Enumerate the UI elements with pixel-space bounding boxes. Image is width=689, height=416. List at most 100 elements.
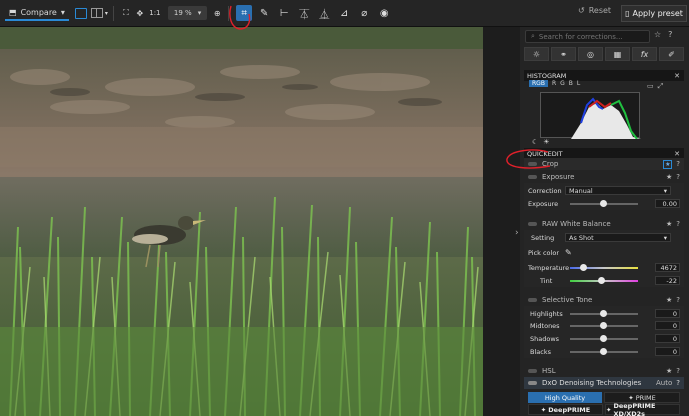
help-icon[interactable]: ? [676, 379, 680, 387]
monitor-icon[interactable]: ▭ [647, 82, 654, 91]
dxo-auto-label[interactable]: Auto [656, 379, 672, 387]
highlight-clip-icon[interactable]: ☀ [543, 138, 549, 146]
exposure-slider[interactable] [570, 199, 638, 207]
star-icon[interactable]: ☆ [654, 30, 661, 39]
crop-toggle[interactable] [528, 162, 537, 166]
temperature-value[interactable]: 4672 [655, 263, 680, 272]
shadows-slider[interactable] [570, 334, 638, 342]
hsl-tool-row[interactable]: HSL ★ ? [524, 365, 684, 377]
star-icon[interactable]: ★ [663, 159, 673, 169]
expand-icon[interactable]: ⤢ [658, 82, 664, 91]
help-icon[interactable]: ? [676, 220, 680, 228]
help-icon[interactable]: ? [676, 173, 680, 181]
highlights-value[interactable]: 0 [655, 309, 680, 318]
correction-dropdown[interactable]: Manual ▾ [565, 186, 671, 195]
slider-knob[interactable] [580, 263, 587, 271]
highlights-slider[interactable] [570, 309, 638, 317]
exposure-tool-row[interactable]: Exposure ★ ? [524, 171, 684, 183]
raw-wb-tool-row[interactable]: RAW White Balance ★ ? [524, 218, 684, 230]
star-icon[interactable]: ★ [666, 220, 672, 228]
tab-effects[interactable]: fx [632, 47, 657, 61]
preview-toggle-button[interactable]: ◉ [376, 5, 392, 21]
close-icon[interactable]: ✕ [674, 150, 680, 158]
exposure-value[interactable]: 0.00 [655, 199, 680, 208]
picker-tool-button[interactable]: ✎ [256, 5, 272, 21]
help-icon[interactable]: ? [668, 30, 672, 39]
crop-icon: ⌗ [241, 7, 248, 19]
channel-b[interactable]: B [569, 80, 573, 87]
chevron-right-icon[interactable]: › [515, 228, 519, 238]
blacks-slider[interactable] [570, 347, 638, 355]
star-icon[interactable]: ★ [666, 173, 672, 181]
selective-tone-toggle[interactable] [528, 298, 537, 302]
selective-tone-tool-row[interactable]: Selective Tone ★ ? [524, 294, 684, 306]
zoom-dropdown[interactable]: 19 % ▾ [167, 6, 208, 20]
channel-r[interactable]: R [552, 80, 556, 87]
channel-g[interactable]: G [560, 80, 565, 87]
slider-knob[interactable] [600, 309, 607, 317]
dxo-denoising-row[interactable]: DxO Denoising Technologies Auto ? [524, 377, 684, 389]
preset-icon: ▯ [625, 9, 630, 18]
local-adjust-tool-button[interactable]: ⊿ [336, 5, 352, 21]
move-button[interactable]: ✥ [133, 5, 147, 21]
blacks-value[interactable]: 0 [655, 347, 680, 356]
midtones-slider[interactable] [570, 321, 638, 329]
exposure-toggle[interactable] [528, 175, 537, 179]
slider-knob[interactable] [600, 321, 607, 329]
slider-knob[interactable] [600, 334, 607, 342]
horizon-tool-button[interactable]: ⊢ [276, 5, 292, 21]
split-view-button[interactable]: ▾ [90, 5, 108, 21]
compare-button[interactable]: ⬒ Compare ▾ [5, 5, 69, 21]
tab-color[interactable]: ⚭ [551, 47, 576, 61]
star-icon[interactable]: ★ [666, 296, 672, 304]
raw-wb-toggle[interactable] [528, 222, 537, 226]
histogram-graph [540, 92, 641, 140]
fit-screen-button[interactable]: ⛶ [119, 5, 133, 21]
wb-setting-dropdown[interactable]: As Shot ▾ [565, 233, 671, 242]
channel-l[interactable]: L [577, 80, 580, 87]
slider-knob[interactable] [600, 347, 607, 355]
slider-knob[interactable] [598, 276, 605, 284]
perspective-rect-tool-button[interactable]: ⏅ [316, 5, 332, 21]
temperature-slider[interactable] [570, 263, 638, 271]
chevron-down-icon: ▾ [663, 186, 667, 195]
perspective-tool-button[interactable]: ⏄ [296, 5, 312, 21]
single-view-button[interactable] [74, 5, 87, 21]
local-adjust-icon: ⊿ [340, 7, 349, 19]
tab-light[interactable]: ☼ [524, 47, 549, 61]
deepprime-label: DeepPRIME [548, 405, 591, 414]
repair-tool-button[interactable]: ⌀ [356, 5, 372, 21]
zoom-in-button[interactable]: ⊕ [210, 5, 224, 21]
channel-rgb[interactable]: RGB [529, 80, 548, 87]
help-icon[interactable]: ? [676, 367, 680, 375]
deepprime-button[interactable]: ✦ DeepPRIME [528, 404, 603, 415]
crop-tool-button[interactable]: ⌗ [236, 5, 253, 21]
compare-icon: ⬒ [9, 7, 17, 17]
zoom-1-1-button[interactable]: 1:1 [147, 5, 163, 21]
deepprime-xd-button[interactable]: ✦ DeepPRIME XD/XD2s [605, 402, 680, 416]
star-icon[interactable]: ★ [666, 367, 672, 375]
high-quality-button[interactable]: High Quality [528, 392, 602, 403]
search-box[interactable]: ⌕ [525, 30, 650, 43]
help-icon[interactable]: ? [676, 296, 680, 304]
reset-button[interactable]: ↺ Reset [578, 6, 611, 15]
midtones-value[interactable]: 0 [655, 321, 680, 330]
apply-preset-button[interactable]: ▯ Apply preset [621, 5, 687, 22]
tab-detail[interactable]: ◎ [578, 47, 603, 61]
help-icon[interactable]: ? [676, 160, 680, 168]
eyedropper-icon[interactable]: ✎ [565, 248, 572, 257]
hsl-toggle[interactable] [528, 369, 537, 373]
tab-local[interactable]: ✐ [659, 47, 684, 61]
dxo-label: DxO Denoising Technologies [542, 379, 642, 387]
shadows-value[interactable]: 0 [655, 334, 680, 343]
image-viewer[interactable] [0, 27, 483, 416]
dxo-toggle[interactable] [528, 381, 537, 385]
slider-knob[interactable] [600, 199, 607, 207]
shadow-clip-icon[interactable]: ☾ [532, 138, 538, 146]
crop-tool-row[interactable]: Crop ★ ? [524, 158, 684, 170]
tab-geometry[interactable]: ▦ [605, 47, 630, 61]
tint-value[interactable]: -22 [655, 276, 680, 285]
close-icon[interactable]: ✕ [674, 72, 680, 80]
tint-slider[interactable] [570, 276, 638, 284]
search-input[interactable] [538, 32, 639, 41]
